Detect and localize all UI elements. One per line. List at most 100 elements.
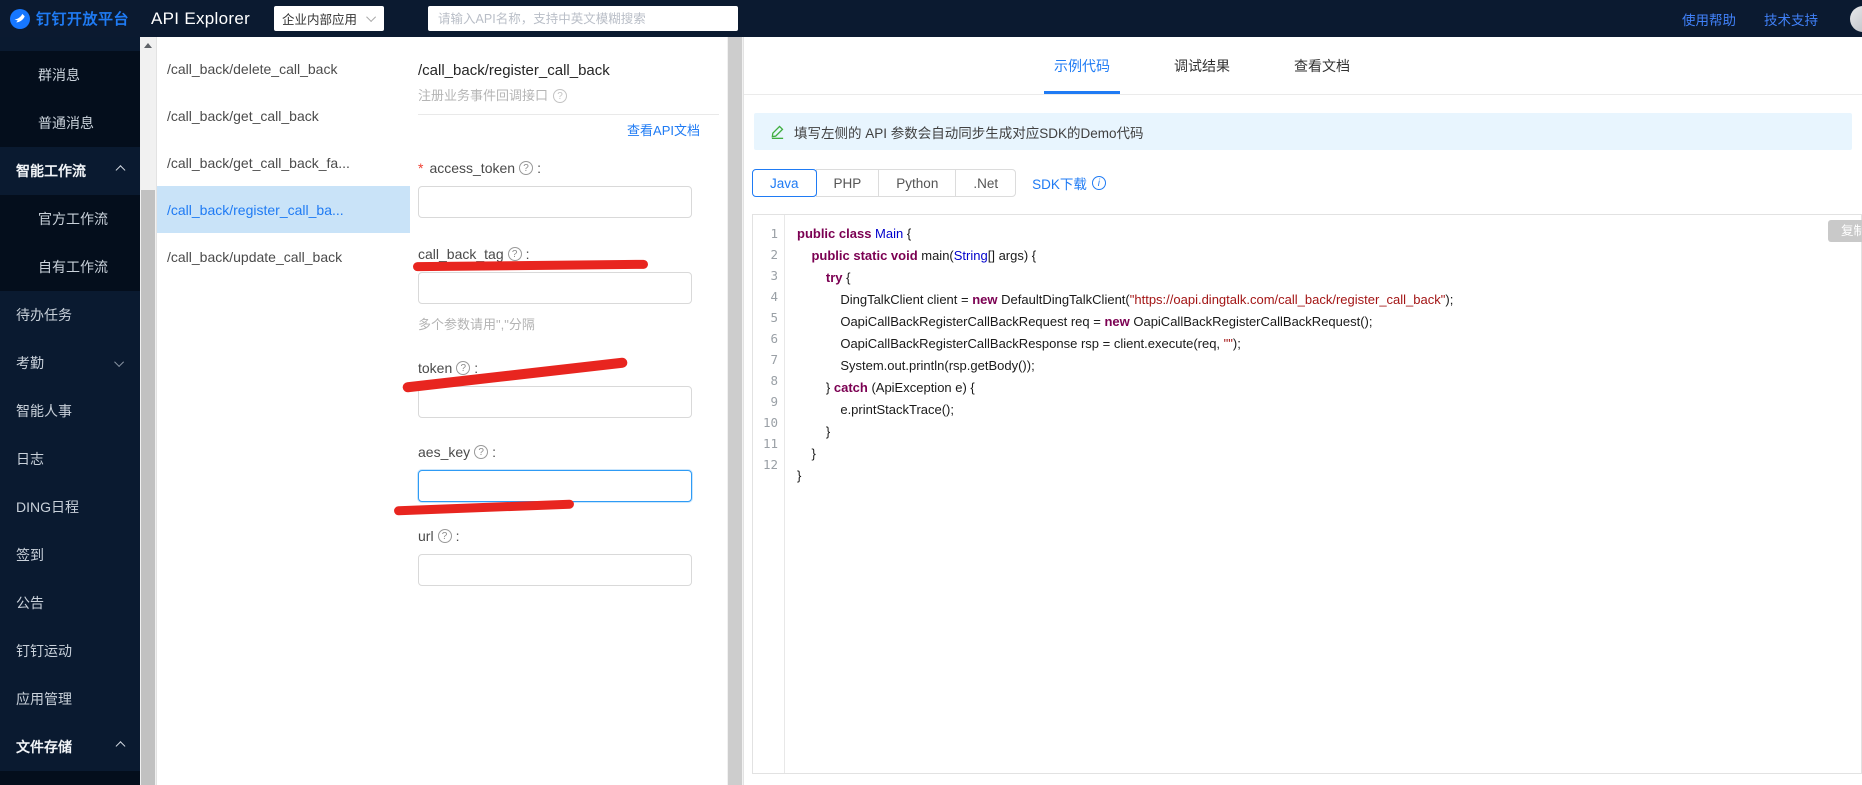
sidebar: 群消息 普通消息 智能工作流官方工作流自有工作流待办任务考勤智能人事日志 DING日程… xyxy=(0,37,140,785)
app-type-select[interactable]: 企业内部应用 xyxy=(274,6,385,31)
sidebar-item-label: 智能人事 xyxy=(16,403,72,419)
sidebar-item-文件存储[interactable]: 文件存储 xyxy=(0,723,140,771)
lang-tab-Python[interactable]: Python xyxy=(878,169,957,197)
support-link[interactable]: 技术支持 xyxy=(1764,9,1818,29)
line-number: 6 xyxy=(770,331,778,346)
sidebar-item-DING日程[interactable]: DING日程 xyxy=(0,483,140,531)
app-type-value: 企业内部应用 xyxy=(282,13,358,27)
sidebar-item-签到[interactable]: 签到 xyxy=(0,531,140,579)
chevron-up-icon xyxy=(115,740,126,751)
scrollbar-thumb[interactable] xyxy=(728,37,742,785)
field-label: * access_token? : xyxy=(418,158,700,178)
line-number: 8 xyxy=(770,373,778,388)
code-line: } xyxy=(797,424,831,439)
code-line: public class Main { xyxy=(797,226,912,241)
url-input[interactable] xyxy=(418,554,692,586)
chevron-up-icon xyxy=(115,164,126,175)
access_token-input[interactable] xyxy=(418,186,692,218)
form-field-call_back_tag: call_back_tag? : 多个参数请用","分隔 xyxy=(418,244,700,334)
api-list: /call_back/delete_call_back/call_back/ge… xyxy=(157,37,410,785)
field-hint: 多个参数请用","分隔 xyxy=(418,317,535,332)
code-line: OapiCallBackRegisterCallBackResponse rsp… xyxy=(797,336,1241,351)
tab-调试结果[interactable]: 调试结果 xyxy=(1164,37,1240,94)
form-field-aes_key: aes_key? : xyxy=(418,442,700,502)
question-circle-icon[interactable]: ? xyxy=(553,89,568,103)
user-avatar[interactable] xyxy=(1850,5,1862,32)
lang-tab-.Net[interactable]: .Net xyxy=(955,169,1017,197)
field-name: aes_key xyxy=(418,444,471,460)
tab-查看文档[interactable]: 查看文档 xyxy=(1284,37,1360,94)
lang-tab-PHP[interactable]: PHP xyxy=(815,169,880,197)
code-line: } xyxy=(797,468,802,483)
scroll-up-arrow-icon[interactable] xyxy=(140,37,156,53)
form-field-access_token: * access_token? : xyxy=(418,158,700,218)
sync-hint-banner: 填写左侧的 API 参数会自动同步生成对应SDK的Demo代码 xyxy=(754,113,1852,150)
sidebar-item-钉钉运动[interactable]: 钉钉运动 xyxy=(0,627,140,675)
scrollbar-thumb[interactable] xyxy=(141,190,155,785)
divider xyxy=(418,114,719,115)
line-number: 11 xyxy=(762,436,778,451)
sidebar-item-考勤[interactable]: 考勤 xyxy=(0,339,140,387)
question-circle-icon[interactable]: ? xyxy=(456,361,471,375)
sidebar-item-应用管理[interactable]: 应用管理 xyxy=(0,675,140,723)
sync-hint-text: 填写左侧的 API 参数会自动同步生成对应SDK的Demo代码 xyxy=(794,125,1144,141)
chevron-down-icon xyxy=(366,12,377,23)
copy-code-button[interactable]: 复制 xyxy=(1827,220,1862,242)
api-list-item[interactable]: /call_back/register_call_ba... xyxy=(157,186,410,233)
api-list-item[interactable]: /call_back/delete_call_back xyxy=(157,45,410,92)
sidebar-scrollbar[interactable] xyxy=(140,37,157,785)
page-title: API Explorer xyxy=(151,8,251,28)
question-circle-icon[interactable]: ? xyxy=(474,445,489,459)
token-input[interactable] xyxy=(418,386,692,418)
api-list-item[interactable]: /call_back/update_call_back xyxy=(157,233,410,280)
api-explorer-app: 钉钉开放平台 API Explorer 企业内部应用 使用帮助 技术支持 群消息… xyxy=(0,0,1862,785)
edit-pencil-icon xyxy=(771,125,784,139)
sidebar-item-label: 官方工作流 xyxy=(38,211,108,227)
sidebar-item-群消息[interactable]: 群消息 xyxy=(0,51,140,99)
sidebar-item-普通消息[interactable]: 普通消息 xyxy=(0,99,140,147)
question-circle-icon[interactable]: ? xyxy=(437,529,452,543)
lang-tab-Java[interactable]: Java xyxy=(752,169,817,197)
sidebar-item-label: 日志 xyxy=(16,451,44,467)
language-tabs: Java PHP Python .Net xyxy=(752,169,1017,197)
info-circle-icon: i xyxy=(1091,176,1106,190)
top-header: 钉钉开放平台 API Explorer 企业内部应用 使用帮助 技术支持 xyxy=(0,0,1862,37)
sidebar-item-公告[interactable]: 公告 xyxy=(0,579,140,627)
code-block: 1 2 3 4 5 6 7 8 9 10 11 12 public class Main { publ… xyxy=(752,214,1862,774)
sidebar-item-智能人事[interactable]: 智能人事 xyxy=(0,387,140,435)
sidebar-item-label: 应用管理 xyxy=(16,691,72,707)
sidebar-item-label: 文件存储 xyxy=(16,739,72,755)
form-scrollbar[interactable] xyxy=(727,37,744,785)
sdk-download-label: SDK下载 xyxy=(1032,177,1087,192)
sidebar-item-自有工作流[interactable]: 自有工作流 xyxy=(0,243,140,291)
field-label: aes_key? : xyxy=(418,442,700,462)
line-number: 2 xyxy=(770,247,778,262)
aes_key-input[interactable] xyxy=(418,470,692,502)
sidebar-item-label: 钉钉运动 xyxy=(16,643,72,659)
api-search-input[interactable] xyxy=(428,6,739,31)
api-list-item[interactable]: /call_back/get_call_back xyxy=(157,92,410,139)
tab-示例代码[interactable]: 示例代码 xyxy=(1044,37,1120,94)
brand-logo[interactable]: 钉钉开放平台 xyxy=(10,8,129,29)
code-line: try { xyxy=(825,270,851,285)
required-asterisk: * xyxy=(418,160,424,176)
call_back_tag-input[interactable] xyxy=(418,272,692,304)
code-line: } xyxy=(797,446,816,461)
main-body: 群消息 普通消息 智能工作流官方工作流自有工作流待办任务考勤智能人事日志 DING日程… xyxy=(0,37,1862,785)
code-line: public static void main(String[] args) { xyxy=(811,248,1037,263)
line-number: 7 xyxy=(770,352,778,367)
sdk-download-link[interactable]: SDK下载 i xyxy=(1032,173,1106,193)
line-number: 1 xyxy=(770,226,778,241)
api-list-item[interactable]: /call_back/get_call_back_fa... xyxy=(157,139,410,186)
sidebar-item-日志[interactable]: 日志 xyxy=(0,435,140,483)
sidebar-item-待办任务[interactable]: 待办任务 xyxy=(0,291,140,339)
api-title: /call_back/register_call_back xyxy=(418,62,610,79)
sidebar-item-官方工作流[interactable]: 官方工作流 xyxy=(0,195,140,243)
view-api-doc-link[interactable]: 查看API文档 xyxy=(418,122,700,140)
sidebar-item-label: 待办任务 xyxy=(16,307,72,323)
question-circle-icon[interactable]: ? xyxy=(519,161,534,175)
question-circle-icon[interactable]: ? xyxy=(507,247,522,261)
sidebar-item-智能工作流[interactable]: 智能工作流 xyxy=(0,147,140,195)
field-colon: : xyxy=(537,160,541,176)
help-link[interactable]: 使用帮助 xyxy=(1682,9,1736,29)
